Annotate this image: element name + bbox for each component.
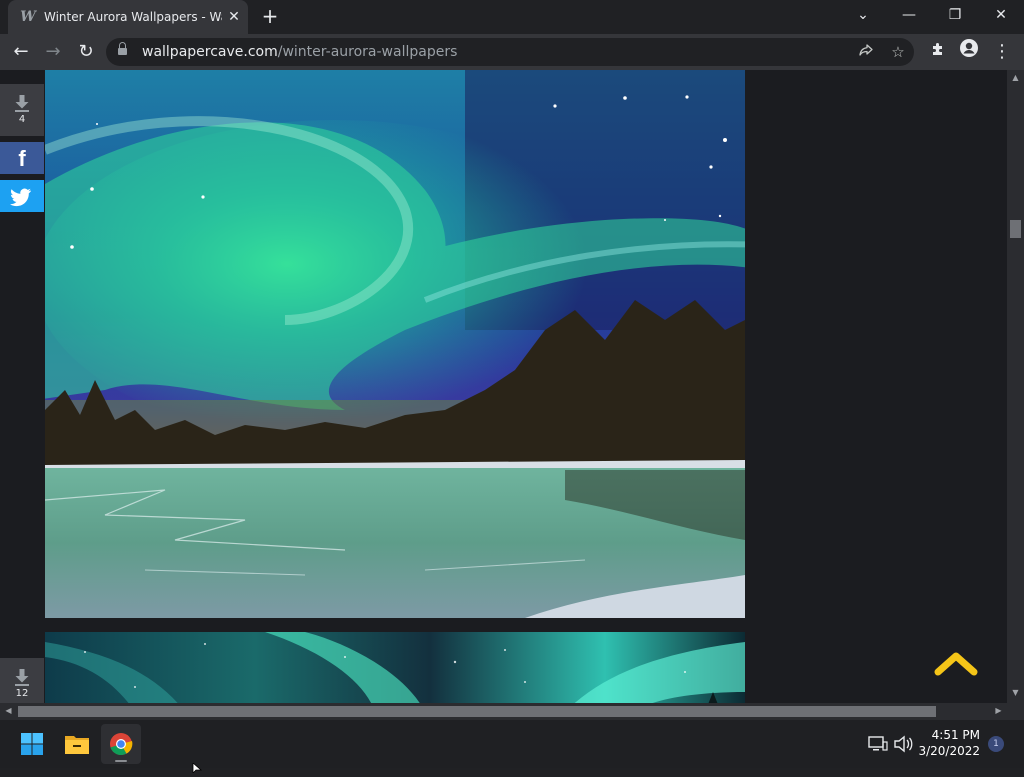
tab-winter-aurora[interactable]: W Winter Aurora Wallpapers - Wallpapers … — [8, 0, 248, 34]
new-tab-button[interactable]: + — [258, 5, 282, 29]
wallpaper-image-aurora-lake[interactable] — [45, 70, 745, 618]
file-explorer-icon — [65, 736, 89, 754]
clock-time[interactable]: 4:51 PM — [900, 728, 980, 743]
forward-button[interactable]: → — [39, 38, 67, 66]
download-button[interactable]: 12 — [0, 658, 44, 703]
horizontal-scrollbar[interactable]: ◀ ▶ — [0, 703, 1007, 720]
mouse-cursor-icon — [192, 758, 204, 774]
tab-search-button[interactable]: ⌄ — [840, 0, 886, 30]
tab-close-icon[interactable]: ✕ — [226, 8, 242, 26]
share-icon[interactable] — [856, 42, 876, 62]
scroll-down-arrow-icon[interactable]: ▼ — [1007, 688, 1024, 698]
download-icon — [13, 668, 31, 688]
clock-date[interactable]: 3/20/2022 — [900, 744, 980, 759]
address-bar[interactable]: wallpapercave.com/winter-aurora-wallpape… — [106, 38, 914, 66]
minimize-button[interactable]: — — [886, 0, 932, 30]
profile-avatar-icon[interactable] — [955, 38, 983, 66]
vertical-scroll-thumb[interactable] — [1010, 220, 1021, 238]
twitter-icon — [10, 188, 31, 207]
tab-strip: W Winter Aurora Wallpapers - Wallpapers … — [0, 0, 1024, 34]
horizontal-scroll-thumb[interactable] — [18, 706, 936, 717]
network-icon[interactable] — [866, 734, 888, 754]
scroll-to-top-button[interactable] — [934, 648, 978, 678]
download-button[interactable]: 4 — [0, 84, 44, 136]
close-window-button[interactable]: ✕ — [978, 0, 1024, 30]
scroll-left-arrow-icon[interactable]: ◀ — [0, 706, 17, 716]
browser-window: W Winter Aurora Wallpapers - Wallpapers … — [0, 0, 1024, 720]
browser-toolbar: ← → ↻ wallpapercave.com/winter-aurora-wa… — [0, 34, 1024, 70]
page-content: 4 f 12 — [0, 70, 1007, 703]
back-button[interactable]: ← — [7, 38, 35, 66]
scroll-up-arrow-icon[interactable]: ▲ — [1007, 73, 1024, 83]
browser-menu-button[interactable]: ⋮ — [988, 38, 1016, 66]
bookmark-star-icon[interactable]: ☆ — [888, 42, 908, 62]
file-explorer-button[interactable] — [57, 724, 97, 764]
start-button[interactable] — [12, 724, 52, 764]
wallpaper-image-aurora-stars[interactable] — [45, 632, 745, 703]
taskbar: 4:51 PM 3/20/2022 1 — [0, 720, 1024, 768]
tab-title: Winter Aurora Wallpapers - Wallpapers — [44, 10, 222, 24]
download-count: 12 — [15, 688, 29, 699]
lock-icon[interactable] — [118, 42, 127, 55]
facebook-share-button[interactable]: f — [0, 142, 44, 174]
notification-badge[interactable]: 1 — [988, 736, 1004, 752]
site-favicon-icon: W — [20, 9, 36, 25]
url-text[interactable]: wallpapercave.com/winter-aurora-wallpape… — [142, 43, 457, 61]
twitter-share-button[interactable] — [0, 180, 44, 212]
download-count: 4 — [18, 114, 26, 125]
reload-button[interactable]: ↻ — [72, 38, 100, 66]
scroll-right-arrow-icon[interactable]: ▶ — [990, 706, 1007, 716]
download-icon — [13, 94, 31, 114]
scrollbar-corner — [1007, 703, 1024, 720]
chrome-icon — [110, 733, 133, 762]
restore-button[interactable]: ❐ — [932, 0, 978, 30]
extensions-icon[interactable] — [924, 38, 952, 66]
vertical-scrollbar[interactable]: ▲ ▼ — [1007, 70, 1024, 703]
chrome-taskbar-button[interactable] — [101, 724, 141, 764]
start-icon — [21, 733, 43, 755]
